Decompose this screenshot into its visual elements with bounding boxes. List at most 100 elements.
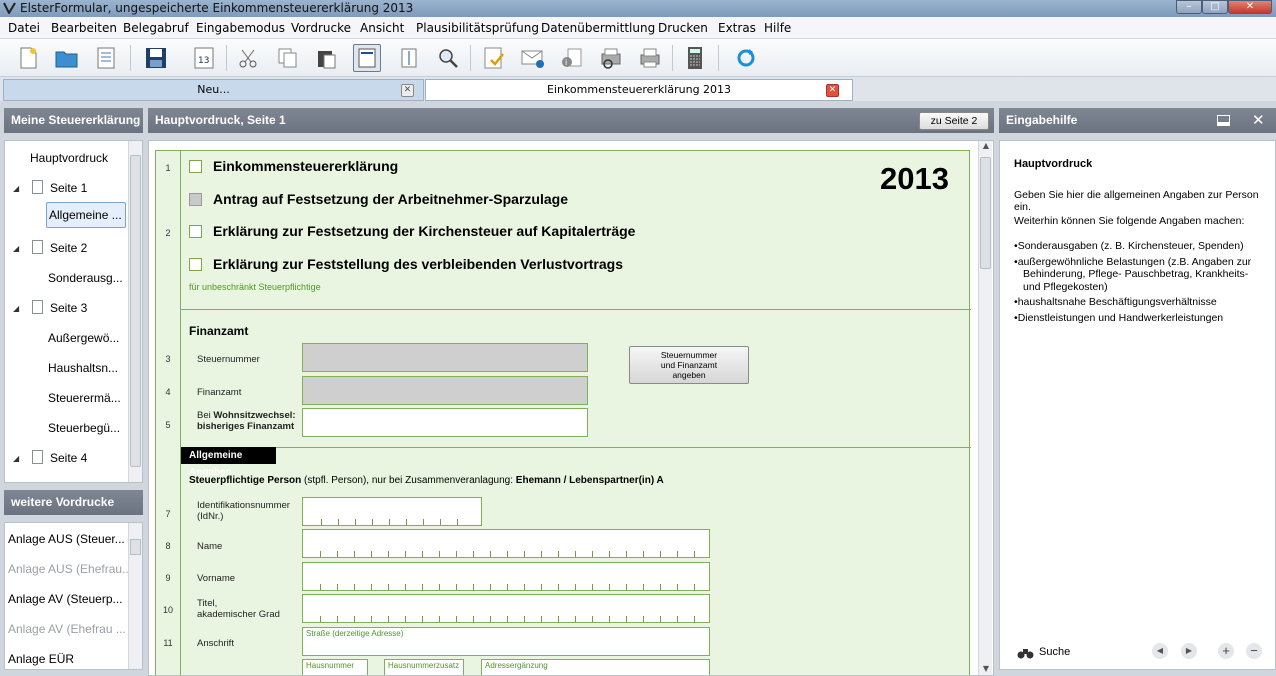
back-arrow-icon[interactable]: ◀ [1152, 643, 1168, 659]
menu-drucken[interactable]: Drucken [658, 21, 708, 35]
binoculars-icon[interactable] [1017, 647, 1034, 659]
checkbox-kirchensteuer[interactable] [189, 225, 202, 238]
more-form-anlage-aus-ehefrau[interactable]: Anlage AUS (Ehefrau... [8, 557, 132, 581]
new-document-icon[interactable] [14, 44, 42, 72]
menu-plausibilitaetspruefung[interactable]: Plausibilitätsprüfung [416, 21, 539, 35]
vorname-label: Vorname [197, 573, 236, 584]
maximize-button[interactable]: □ [1202, 0, 1228, 14]
more-form-anlage-av[interactable]: Anlage AV (Steuerp... [8, 587, 123, 611]
menu-belegabruf[interactable]: Belegabruf [123, 21, 189, 35]
more-forms-scrollbar[interactable] [128, 523, 142, 669]
tree-item-seite2[interactable]: Seite 2 [50, 236, 87, 260]
info-document-icon[interactable]: i [558, 44, 586, 72]
hausnummer-hint: Hausnummer [306, 661, 355, 670]
save-icon[interactable] [142, 44, 170, 72]
close-tab-icon[interactable]: ✕ [826, 84, 839, 97]
tree-item-seite1[interactable]: Seite 1 [50, 176, 87, 200]
more-form-label: Anlage AV (Steuerp... [8, 592, 123, 606]
more-forms-header: weitere Vordrucke [4, 490, 143, 515]
zoom-in-icon[interactable]: + [1218, 643, 1234, 659]
finanzamt-title: Finanzamt [189, 324, 249, 338]
name-field[interactable] [302, 529, 710, 558]
check-form-icon[interactable] [480, 44, 508, 72]
close-panel-icon[interactable]: ✕ [1252, 111, 1265, 129]
expand-arrow-icon[interactable]: ◢ [13, 184, 19, 193]
open-folder-icon[interactable] [53, 44, 81, 72]
center-panel: Hauptvordruck, Seite 1 zu Seite 2 1 Eink… [148, 108, 994, 676]
tree-item-seite4[interactable]: Seite 4 [50, 446, 87, 470]
steuernummer-field[interactable] [302, 343, 588, 372]
tab-einkommensteuer[interactable]: Einkommensteuererklärung 2013 ✕ [425, 79, 853, 101]
minimize-button[interactable]: – [1176, 0, 1202, 14]
print-preview-icon[interactable] [597, 44, 625, 72]
form-list-icon[interactable] [92, 44, 120, 72]
tree-item-sonderausgaben[interactable]: Sonderausg... [48, 266, 123, 290]
menu-bearbeiten[interactable]: Bearbeiten [51, 21, 117, 35]
expand-arrow-icon[interactable]: ◢ [13, 244, 19, 253]
checkbox-einkommensteuer[interactable] [189, 160, 202, 173]
option-kirchensteuer: Erklärung zur Festsetzung der Kirchenste… [213, 223, 636, 239]
checkbox-sparzulage[interactable] [189, 193, 202, 206]
calculator-icon[interactable] [681, 44, 709, 72]
fit-width-icon[interactable] [353, 44, 381, 72]
tree-item-seite3[interactable]: Seite 3 [50, 296, 87, 320]
menu-vordrucke[interactable]: Vordrucke [291, 21, 351, 35]
checkbox-verlustvortrag[interactable] [189, 258, 202, 271]
send-mail-icon[interactable] [519, 44, 547, 72]
idnr-field[interactable] [302, 497, 482, 526]
copy-icon[interactable] [273, 44, 301, 72]
menu-hilfe[interactable]: Hilfe [764, 21, 791, 35]
close-window-button[interactable]: ✕ [1228, 0, 1272, 14]
tree-item-allgemeine[interactable]: Allgemeine ... [46, 202, 126, 228]
menu-datei[interactable]: Datei [8, 21, 40, 35]
svg-text:13: 13 [198, 56, 209, 66]
fit-height-icon[interactable] [395, 44, 423, 72]
tax-form-page: 1 Einkommensteuererklärung Antrag auf Fe… [155, 150, 971, 675]
line-number: 3 [165, 354, 171, 364]
paste-icon[interactable] [312, 44, 340, 72]
menu-eingabemodus[interactable]: Eingabemodus [196, 21, 285, 35]
tab-neu[interactable]: Neu... ✕ [3, 79, 424, 101]
document-tabs: Neu... ✕ Einkommensteuererklärung 2013 ✕ [0, 77, 1276, 101]
menu-extras[interactable]: Extras [718, 21, 756, 35]
refresh-icon[interactable] [732, 44, 760, 72]
close-tab-icon[interactable]: ✕ [401, 84, 414, 97]
goto-page-button[interactable]: zu Seite 2 [919, 112, 989, 130]
hausnummer-field[interactable]: Hausnummer [302, 659, 368, 675]
form-scrollbar[interactable]: ▲ ▼ [978, 141, 992, 675]
tree-item-aussergewoehnlich[interactable]: Außergewö... [48, 326, 119, 350]
forward-arrow-icon[interactable]: ▶ [1181, 643, 1197, 659]
expand-arrow-icon[interactable]: ◢ [13, 304, 19, 313]
more-forms-list: Anlage AUS (Steuer... Anlage AUS (Ehefra… [4, 522, 143, 670]
print-icon[interactable] [636, 44, 664, 72]
vorname-field[interactable] [302, 562, 710, 591]
strasse-field[interactable]: Straße (derzeitige Adresse) [302, 627, 710, 656]
finanzamt-field[interactable] [302, 376, 588, 405]
tree-item-steuerbeguenstigt[interactable]: Steuerbegü... [48, 416, 120, 440]
line-number-icon[interactable]: 13 [190, 44, 218, 72]
zoom-out-icon[interactable]: − [1246, 643, 1262, 659]
tree-item-haushaltsnahe[interactable]: Haushaltsn... [48, 356, 118, 380]
tab-einkommensteuer-label: Einkommensteuererklärung 2013 [546, 83, 732, 96]
titel-field[interactable] [302, 594, 710, 623]
tree-scrollbar[interactable] [128, 141, 142, 482]
steuernummer-finanzamt-button[interactable]: Steuernummer und Finanzamt angeben [629, 346, 749, 384]
menu-ansicht[interactable]: Ansicht [360, 21, 404, 35]
menu-datenuebermittlung[interactable]: Datenübermittlung [541, 21, 655, 35]
tree-item-hauptvordruck[interactable]: Hauptvordruck [30, 146, 108, 170]
more-form-anlage-aus[interactable]: Anlage AUS (Steuer... [8, 527, 125, 551]
adressergaenzung-field[interactable]: Adressergänzung [481, 659, 710, 675]
expand-arrow-icon[interactable]: ◢ [13, 454, 19, 463]
hausnummerzusatz-field[interactable]: Hausnummerzusatz [384, 659, 464, 675]
center-panel-header: Hauptvordruck, Seite 1 [148, 108, 994, 133]
bisheriges-finanzamt-field[interactable] [302, 408, 588, 437]
tree-item-steuerermaessigung[interactable]: Steuerermä... [48, 386, 121, 410]
more-form-anlage-av-ehefrau[interactable]: Anlage AV (Ehefrau ... [8, 617, 126, 641]
title-bar: ElsterFormular, ungespeicherte Einkommen… [0, 0, 1276, 17]
cut-icon[interactable] [234, 44, 262, 72]
zoom-icon[interactable] [434, 44, 462, 72]
more-form-anlage-eur[interactable]: Anlage EÜR [8, 647, 74, 669]
minimize-panel-icon[interactable] [1217, 115, 1230, 126]
search-link[interactable]: Suche [1039, 646, 1070, 658]
tree-item-label: Seite 3 [50, 301, 88, 315]
